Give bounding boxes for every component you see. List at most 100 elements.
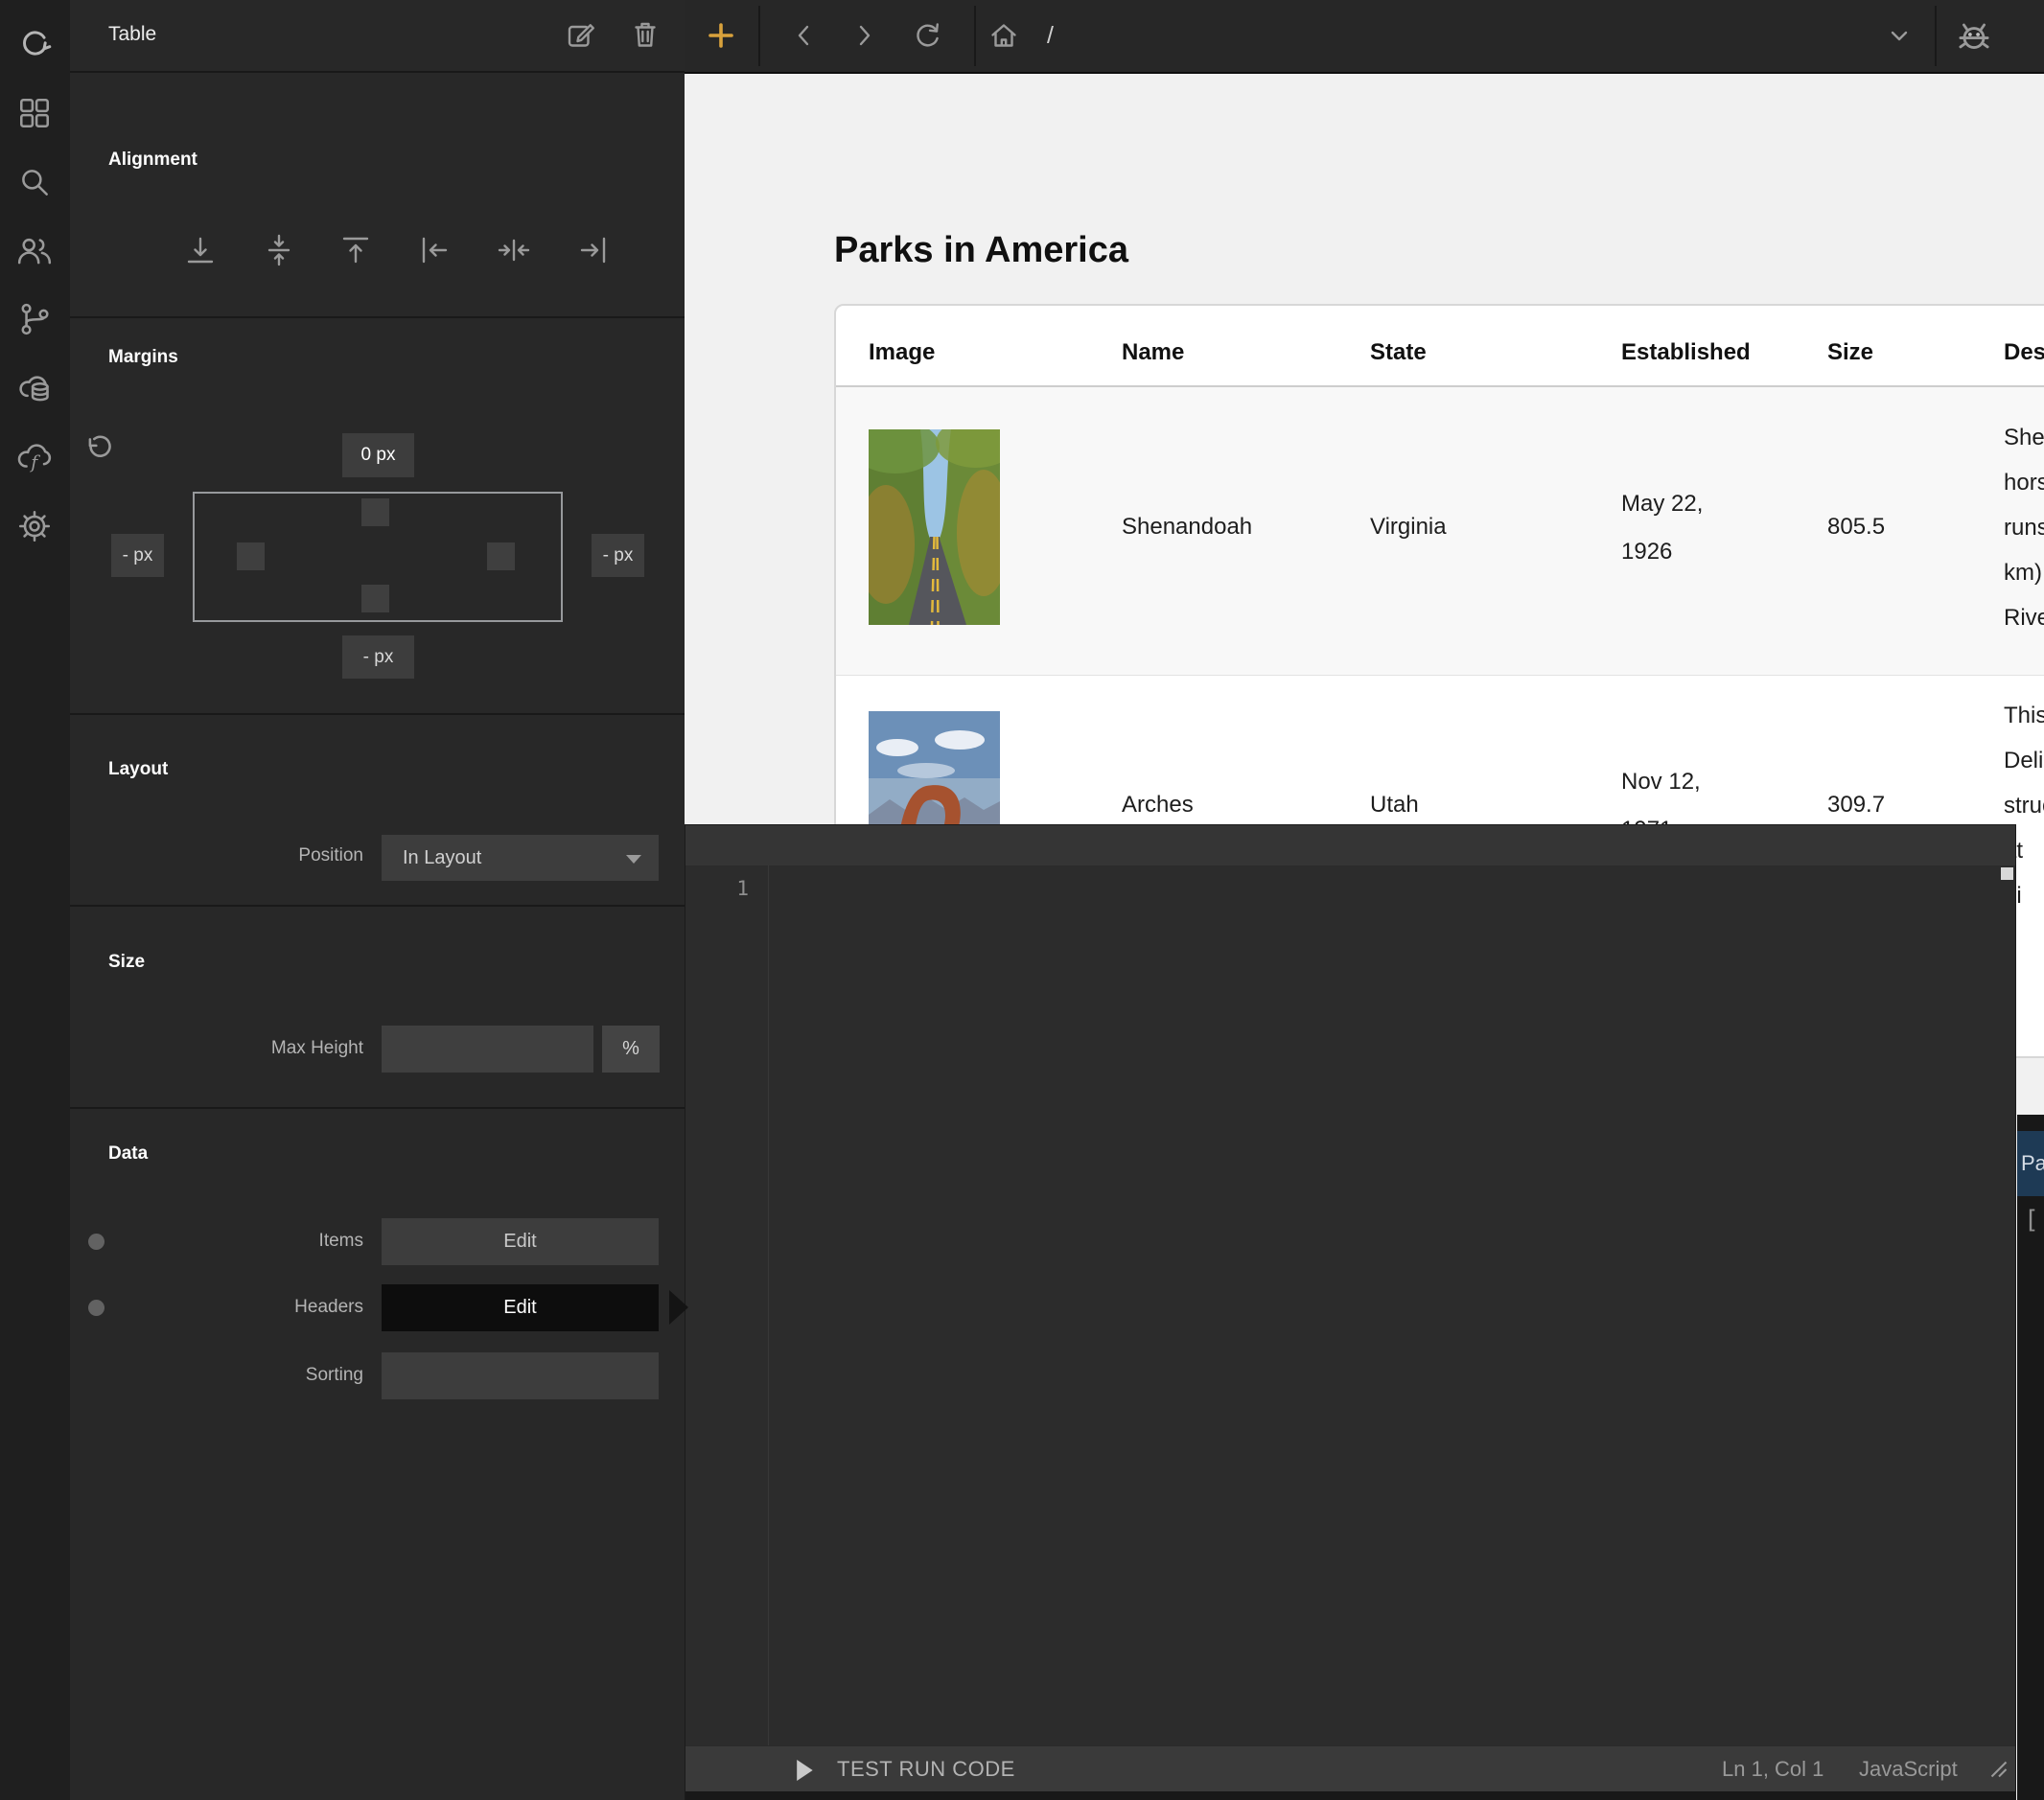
logo-loop-icon[interactable]	[16, 25, 53, 66]
description-line: This	[2004, 693, 2044, 738]
right-panel-sliver: Pa [	[2017, 1115, 2044, 1800]
margin-bottom-handle[interactable]	[361, 585, 389, 612]
nav-back-icon[interactable]	[788, 19, 821, 57]
sorting-input[interactable]	[382, 1352, 659, 1399]
align-left-button[interactable]	[418, 234, 451, 271]
cursor-position: Ln 1, Col 1	[1722, 1746, 1823, 1792]
refresh-icon[interactable]	[910, 19, 942, 57]
margin-right-handle[interactable]	[487, 542, 515, 570]
column-header-name[interactable]: Name	[1122, 329, 1184, 377]
chevron-down-icon	[626, 855, 641, 864]
items-edit-button[interactable]: Edit	[382, 1218, 659, 1265]
search-icon[interactable]	[16, 164, 53, 205]
position-label: Position	[172, 845, 363, 866]
inspector-title: Table	[108, 23, 156, 46]
cell-established: May 22, 1926	[1621, 480, 1703, 576]
debug-icon[interactable]	[1955, 15, 1993, 58]
popup-bottom-edge	[685, 1791, 2015, 1800]
items-label: Items	[172, 1231, 363, 1252]
cell-name: Arches	[1122, 781, 1194, 829]
margin-left-handle[interactable]	[237, 542, 265, 570]
description-line: Shen	[2004, 415, 2044, 460]
popup-drag-bar[interactable]	[685, 825, 2015, 865]
canvas-toolbar: /	[685, 0, 2044, 74]
nav-forward-icon[interactable]	[848, 19, 880, 57]
state-item-label: Pa	[2021, 1131, 2044, 1196]
home-icon[interactable]	[987, 19, 1020, 57]
editor-scrollbar-thumb[interactable]	[2001, 867, 2013, 880]
align-center-vertical-button[interactable]	[263, 234, 295, 271]
code-editor-popup[interactable]: 1 TEST RUN CODE Ln 1, Col 1 JavaScript	[685, 824, 2016, 1800]
established-line2: 1926	[1621, 528, 1703, 576]
gutter-line-number: 1	[710, 877, 749, 900]
headers-edit-button[interactable]: Edit	[382, 1284, 659, 1331]
headers-label: Headers	[172, 1297, 363, 1318]
position-select-value: In Layout	[403, 835, 481, 881]
margins-heading: Margins	[108, 347, 178, 368]
url-path[interactable]: /	[1047, 0, 1054, 72]
data-heading: Data	[108, 1143, 148, 1165]
position-select[interactable]: In Layout	[382, 835, 659, 881]
description-line: hors	[2004, 460, 2044, 505]
headers-popover-caret	[669, 1290, 688, 1325]
page-title: Parks in America	[834, 230, 1128, 271]
size-heading: Size	[108, 952, 145, 973]
users-icon[interactable]	[16, 233, 53, 274]
max-height-label: Max Height	[172, 1038, 363, 1059]
align-top-button[interactable]	[339, 234, 372, 271]
description-line: runs	[2004, 505, 2044, 550]
description-line: struc	[2004, 783, 2044, 828]
gear-icon[interactable]	[16, 508, 53, 549]
sorting-label: Sorting	[172, 1365, 363, 1386]
language-label: JavaScript	[1859, 1746, 1958, 1792]
alignment-heading: Alignment	[108, 150, 197, 171]
popup-status-bar: TEST RUN CODE Ln 1, Col 1 JavaScript	[685, 1745, 2015, 1791]
margin-top-handle[interactable]	[361, 498, 389, 526]
state-selected-item[interactable]: Pa	[2017, 1131, 2044, 1196]
align-bottom-button[interactable]	[184, 234, 217, 271]
cell-name: Shenandoah	[1122, 503, 1252, 551]
margin-right-input[interactable]: - px	[592, 534, 644, 577]
app-window: f Table Alignment	[0, 0, 2044, 1800]
cell-size: 805.5	[1827, 503, 1885, 551]
cell-state: Utah	[1370, 781, 1419, 829]
cloud-function-icon[interactable]: f	[16, 439, 53, 480]
cell-size: 309.7	[1827, 781, 1885, 829]
description-line: km),	[2004, 550, 2044, 595]
column-header-state[interactable]: State	[1370, 329, 1427, 377]
park-photo-shenandoah	[869, 429, 1000, 625]
headers-binding-dot[interactable]	[88, 1300, 105, 1316]
layout-heading: Layout	[108, 759, 168, 780]
code-fragment: [	[2024, 1206, 2039, 1235]
add-component-button[interactable]	[707, 21, 735, 55]
column-header-established[interactable]: Established	[1621, 329, 1751, 377]
cell-state: Virginia	[1370, 503, 1447, 551]
items-binding-dot[interactable]	[88, 1234, 105, 1250]
cloud-database-icon[interactable]	[16, 370, 53, 411]
edit-component-icon[interactable]	[565, 19, 595, 55]
margins-reset-icon[interactable]	[84, 433, 113, 467]
max-height-input[interactable]	[382, 1026, 593, 1073]
grid-icon[interactable]	[16, 95, 53, 136]
delete-component-icon[interactable]	[630, 19, 661, 55]
column-header-size[interactable]: Size	[1827, 329, 1873, 377]
code-input-area[interactable]	[769, 865, 2001, 1745]
column-header-image[interactable]: Image	[869, 329, 935, 377]
description-line: Rive	[2004, 595, 2044, 640]
run-play-icon[interactable]	[797, 1760, 814, 1786]
established-line1: Nov 12,	[1621, 758, 1701, 806]
test-run-code-button[interactable]: TEST RUN CODE	[837, 1746, 1015, 1792]
description-line: Delic	[2004, 738, 2044, 783]
column-header-description[interactable]: Description	[2004, 329, 2044, 377]
margin-bottom-input[interactable]: - px	[342, 635, 414, 679]
resize-handle[interactable]	[1989, 1760, 2009, 1784]
established-line1: May 22,	[1621, 480, 1703, 528]
icon-rail: f	[0, 0, 72, 1800]
svg-text:f: f	[29, 452, 40, 473]
margin-left-input[interactable]: - px	[111, 534, 164, 577]
align-center-horizontal-button[interactable]	[498, 234, 530, 271]
margin-top-input[interactable]: 0 px	[342, 433, 414, 477]
git-branch-icon[interactable]	[16, 301, 53, 342]
preview-chevron-icon[interactable]	[1883, 19, 1916, 57]
align-right-button[interactable]	[577, 234, 610, 271]
